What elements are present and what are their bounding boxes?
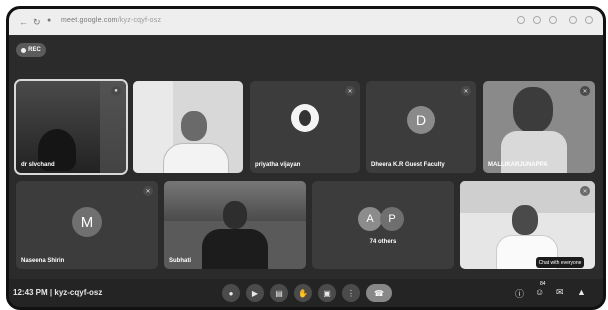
microphone-icon[interactable]: ● bbox=[222, 284, 240, 302]
raise-hand-icon[interactable]: ✋ bbox=[294, 284, 312, 302]
participant-tile[interactable] bbox=[133, 81, 243, 173]
participant-name: priyatha vijayan bbox=[255, 162, 301, 168]
participant-face bbox=[181, 111, 207, 141]
recording-badge: REC bbox=[16, 43, 46, 57]
record-dot-icon bbox=[21, 47, 27, 53]
browser-toolbar: ← ↻ ● meet.google.com/kyz-cqyf-osz bbox=[9, 9, 603, 35]
mic-muted-icon: ✕ bbox=[345, 86, 355, 96]
participant-name: Dheera K.R Guest Faculty bbox=[371, 162, 445, 168]
participant-avatar bbox=[291, 104, 319, 132]
reload-icon[interactable]: ↻ bbox=[33, 17, 41, 28]
participant-face bbox=[512, 205, 538, 235]
chat-tooltip: Chat with everyone bbox=[536, 257, 584, 268]
url-path: /kyz-cqyf-osz bbox=[117, 17, 162, 24]
participant-tile[interactable]: M ✕ Naseena Shirin bbox=[16, 181, 158, 269]
lock-icon: ● bbox=[47, 17, 52, 24]
mic-muted-icon: ✕ bbox=[580, 186, 590, 196]
chat-icon[interactable]: ✉ bbox=[556, 287, 564, 298]
participant-avatar: A bbox=[358, 207, 382, 231]
participant-tile[interactable]: A P 74 others bbox=[312, 181, 454, 269]
captions-icon[interactable]: ▤ bbox=[270, 284, 288, 302]
meeting-time-code: 12:43 PM | kyz-cqyf-osz bbox=[13, 288, 103, 297]
share-icon[interactable] bbox=[549, 16, 557, 24]
url-host: meet.google.com bbox=[61, 17, 118, 24]
participant-avatar: P bbox=[380, 207, 404, 231]
participant-name: dr sIvchand bbox=[21, 162, 55, 168]
participant-name: MALLIKARJUNAPPA bbox=[488, 162, 548, 168]
more-options-icon[interactable]: ⋮ bbox=[342, 284, 360, 302]
bookmark-icon[interactable] bbox=[533, 16, 541, 24]
participant-name: Naseena Shirin bbox=[21, 258, 65, 264]
mic-muted-icon: ✕ bbox=[461, 86, 471, 96]
people-count-badge: 84 bbox=[540, 281, 546, 287]
address-bar[interactable]: meet.google.com/kyz-cqyf-osz bbox=[61, 17, 161, 24]
participant-face bbox=[513, 87, 553, 133]
others-count: 74 others bbox=[369, 239, 397, 245]
participant-tile[interactable]: Subhati bbox=[164, 181, 306, 269]
mic-muted-icon: ✕ bbox=[580, 86, 590, 96]
end-call-icon[interactable]: ☎ bbox=[366, 284, 392, 302]
present-screen-icon[interactable]: ▣ bbox=[318, 284, 336, 302]
people-icon[interactable]: ☺ bbox=[535, 287, 544, 297]
participant-tile[interactable]: ✕ priyatha vijayan bbox=[250, 81, 360, 173]
participant-name: Subhati bbox=[169, 258, 191, 264]
mic-muted-icon: ✕ bbox=[143, 186, 153, 196]
profile-icon[interactable] bbox=[569, 16, 577, 24]
meeting-controls-bar: 12:43 PM | kyz-cqyf-osz ● ▶ ▤ ✋ ▣ ⋮ ☎ ⓘ … bbox=[9, 279, 603, 307]
recording-label: REC bbox=[28, 47, 41, 53]
extension-icon[interactable] bbox=[517, 16, 525, 24]
speaking-indicator-icon: ● bbox=[111, 86, 121, 96]
participant-face bbox=[223, 201, 247, 229]
camera-icon[interactable]: ▶ bbox=[246, 284, 264, 302]
participant-avatar: M bbox=[72, 207, 102, 237]
browser-window: ← ↻ ● meet.google.com/kyz-cqyf-osz REC ●… bbox=[6, 6, 606, 310]
info-icon[interactable]: ⓘ bbox=[515, 287, 524, 300]
back-icon[interactable]: ← bbox=[19, 17, 28, 27]
participant-tile[interactable]: D ✕ Dheera K.R Guest Faculty bbox=[366, 81, 476, 173]
participant-tile[interactable]: ✕ bbox=[460, 181, 595, 269]
participant-tile[interactable]: ● dr sIvchand bbox=[14, 79, 128, 175]
activities-icon[interactable]: ▲ bbox=[577, 287, 586, 297]
participant-tile[interactable]: ✕ MALLIKARJUNAPPA bbox=[483, 81, 595, 173]
menu-icon[interactable] bbox=[585, 16, 593, 24]
participant-avatar: D bbox=[407, 106, 435, 134]
